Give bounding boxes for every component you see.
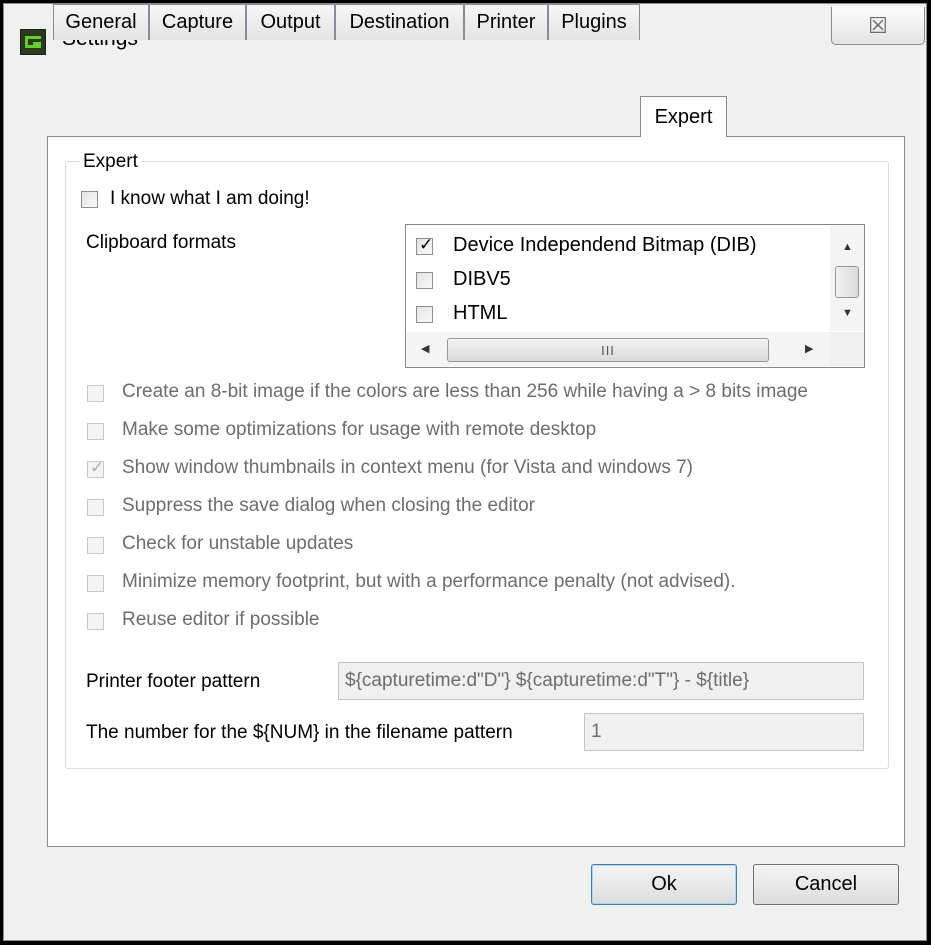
option-reuse-editor-label: Reuse editor if possible <box>122 609 320 630</box>
option-minimize-memory-checkbox[interactable] <box>87 575 104 592</box>
vertical-scrollbar[interactable]: ▲ ▼ <box>830 226 864 331</box>
cancel-button[interactable]: Cancel <box>753 864 899 905</box>
tab-output[interactable]: Output <box>246 4 335 40</box>
html-checkbox[interactable] <box>416 306 433 323</box>
know-what-doing-checkbox[interactable] <box>81 191 98 208</box>
num-pattern-input[interactable]: 1 <box>584 713 864 751</box>
option-unstable-updates-label: Check for unstable updates <box>122 533 354 554</box>
ok-button[interactable]: Ok <box>591 864 737 905</box>
dib-checkbox[interactable]: ✓ <box>416 235 434 255</box>
option-8bit-checkbox[interactable] <box>87 385 104 402</box>
tab-capture[interactable]: Capture <box>149 4 246 40</box>
greenshot-app-icon <box>20 29 46 55</box>
grip-icon: III <box>601 342 615 358</box>
clipboard-formats-label: Clipboard formats <box>86 232 236 253</box>
tab-printer[interactable]: Printer <box>464 4 548 40</box>
know-what-doing-label: I know what I am doing! <box>110 188 310 209</box>
scrollbar-corner <box>830 332 864 366</box>
scroll-right-arrow-icon[interactable]: ▶ <box>805 344 813 355</box>
option-minimize-memory-label: Minimize memory footprint, but with a pe… <box>122 571 736 592</box>
list-item-label: HTML <box>453 302 508 324</box>
printer-footer-label: Printer footer pattern <box>86 671 261 692</box>
tab-expert[interactable]: Expert <box>640 96 727 137</box>
scroll-left-arrow-icon[interactable]: ◀ <box>421 344 429 355</box>
option-remote-desktop-checkbox[interactable] <box>87 423 104 440</box>
list-item-label: Device Independend Bitmap (DIB) <box>453 234 757 256</box>
close-button[interactable]: ☒ <box>831 7 925 45</box>
num-pattern-label: The number for the ${NUM} in the filenam… <box>86 722 513 743</box>
horizontal-scrollbar[interactable]: ◀ III ▶ <box>407 332 830 366</box>
close-icon: ☒ <box>868 12 888 38</box>
dibv5-checkbox[interactable] <box>416 272 433 289</box>
scroll-down-arrow-icon[interactable]: ▼ <box>842 308 853 319</box>
option-suppress-save-checkbox[interactable] <box>87 499 104 516</box>
expert-group-label: Expert <box>80 151 141 173</box>
scroll-up-arrow-icon[interactable]: ▲ <box>842 242 853 253</box>
option-8bit-label: Create an 8-bit image if the colors are … <box>122 381 808 402</box>
tab-destination[interactable]: Destination <box>335 4 464 40</box>
option-remote-desktop-label: Make some optimizations for usage with r… <box>122 419 597 440</box>
tab-general[interactable]: General <box>53 4 149 40</box>
option-window-thumbnails-label: Show window thumbnails in context menu (… <box>122 457 693 478</box>
tab-plugins[interactable]: Plugins <box>548 4 640 40</box>
checkmark-icon: ✓ <box>419 235 434 254</box>
printer-footer-input[interactable]: ${capturetime:d"D"} ${capturetime:d"T"} … <box>338 662 864 700</box>
option-window-thumbnails-checkbox[interactable]: ✓ <box>87 458 105 478</box>
list-item-label: DIBV5 <box>453 268 511 290</box>
option-reuse-editor-checkbox[interactable] <box>87 613 104 630</box>
horizontal-scroll-thumb[interactable]: III <box>447 338 769 362</box>
option-suppress-save-label: Suppress the save dialog when closing th… <box>122 495 535 516</box>
checkmark-icon: ✓ <box>90 458 105 477</box>
vertical-scroll-thumb[interactable] <box>835 266 859 298</box>
clipboard-formats-list[interactable]: ✓ Device Independend Bitmap (DIB) DIBV5 … <box>405 224 865 368</box>
option-unstable-updates-checkbox[interactable] <box>87 537 104 554</box>
